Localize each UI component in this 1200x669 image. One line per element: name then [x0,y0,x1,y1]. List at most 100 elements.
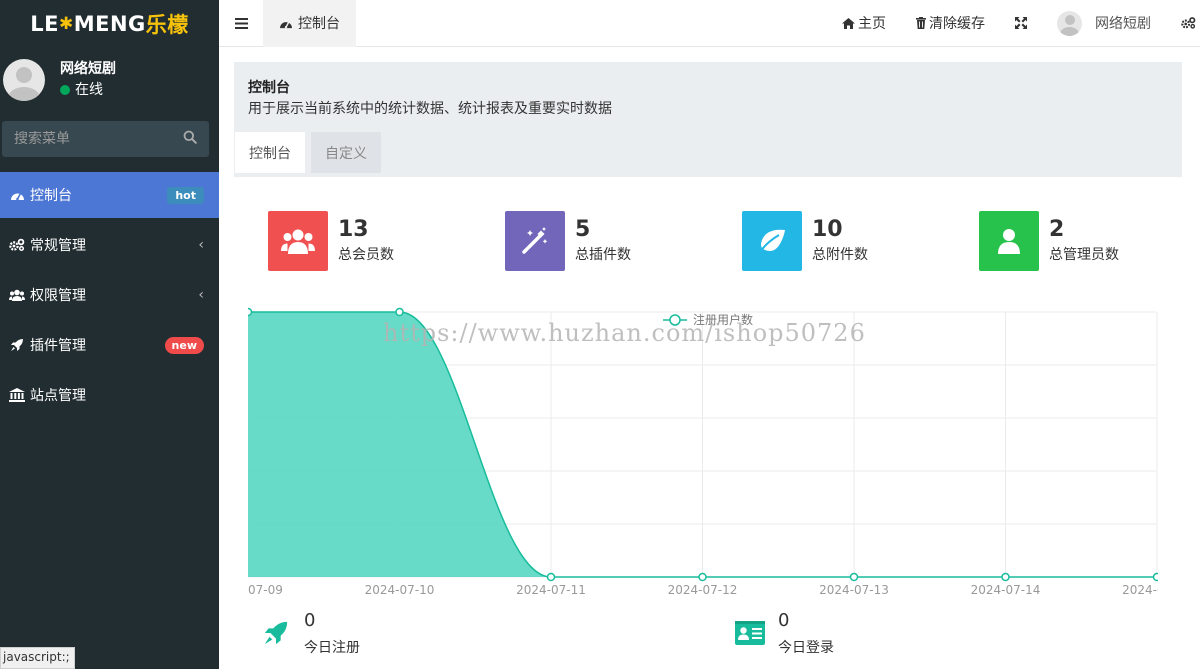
x-tick-label: 2024-07-15 [1122,583,1158,597]
stat-attachments: 10 总附件数 [742,211,868,271]
chevron-left-icon: ‹ [198,237,204,253]
avatar [3,58,45,101]
magic-wand-icon [505,211,565,271]
legend-marker [669,314,681,326]
user-status: 在线 [60,79,116,101]
hamburger-icon [234,17,248,29]
stat-label: 总会员数 [338,247,394,263]
chart-point [1001,572,1010,582]
cogs-icon [8,238,26,252]
hot-badge: hot [167,186,204,204]
header-user-name: 网络短剧 [1095,16,1151,32]
chevron-left-icon: ‹ [198,287,204,303]
rocket-icon [260,617,292,649]
top-header: 控制台 主页 清除缓存 网络短剧 [219,0,1200,47]
stat-admins: 2 总管理员数 [979,211,1119,271]
dashboard-panel: 控制台 用于展示当前系统中的统计数据、统计报表及重要实时数据 控制台 自定义 1… [213,62,1192,669]
menu-toggle-button[interactable] [219,0,263,47]
sidebar-item-label: 权限管理 [30,288,86,304]
x-tick-label: 2024-07-11 [516,583,586,597]
cogs-icon [1181,17,1196,29]
sidebar-item-permission[interactable]: 权限管理 ‹ [0,272,219,318]
dashboard-icon [280,21,292,28]
stat-value: 0 [304,610,316,631]
logo[interactable]: LE ✱ MENG 乐檬 [0,0,219,47]
stat-value: 13 [338,217,369,242]
stat-today-login: 0 今日登录 [734,607,834,661]
chart-point [546,572,556,582]
trash-icon [916,17,926,29]
sidebar-item-dashboard[interactable]: 控制台 hot [0,172,219,218]
logo-text-cn: 乐檬 [145,12,189,37]
sidebar-item-label: 控制台 [30,188,72,204]
sidebar-item-plugins[interactable]: 插件管理 new [0,322,219,368]
leaf-icon [742,211,802,271]
stat-label: 总插件数 [575,247,631,263]
chart-svg: 2024-07-09 2024-07-10 2024-07-11 2024-07-12… [213,307,1192,597]
tab-dashboard[interactable]: 控制台 [263,0,356,47]
clear-cache-label: 清除缓存 [929,16,985,32]
new-badge: new [164,336,204,354]
users-icon [8,289,26,302]
logo-text-right: MENG [73,11,146,36]
x-tick-label: 2024-07-10 [365,583,435,597]
avatar [1057,10,1082,36]
settings-button[interactable] [1166,0,1200,47]
stat-label: 总附件数 [812,247,868,263]
page-description: 用于展示当前系统中的统计数据、统计报表及重要实时数据 [248,101,612,117]
sidebar-item-site[interactable]: 站点管理 [0,372,219,418]
sidebar-item-label: 插件管理 [30,338,86,354]
status-bar: javascript:; [0,647,75,669]
user-menu[interactable]: 网络短剧 [1042,0,1166,47]
stat-today-register: 0 今日注册 [260,607,360,661]
stat-value: 5 [575,217,591,242]
sidebar-search [2,121,209,157]
panel-body: 13 总会员数 5 总插件数 10 总附件数 2 总管理员数 07-09 202… [213,177,1192,669]
bottom-stats-row: 0 今日注册 0 今日登录 [260,607,1160,667]
tab-custom[interactable]: 自定义 [311,132,381,173]
bank-icon [8,388,26,402]
chart-point [1152,572,1162,582]
stat-label: 今日注册 [304,640,360,656]
x-tick-label: 2024-07-09 [248,583,283,597]
chart-point [698,572,707,582]
sidebar-menu: 控制台 hot 常规管理 ‹ 权限管理 ‹ 插件管理 new 站点管理 [0,172,219,418]
stat-members: 13 总会员数 [268,211,394,271]
sidebar-item-general[interactable]: 常规管理 ‹ [0,222,219,268]
sidebar-item-label: 站点管理 [30,388,86,404]
stat-value: 0 [778,610,790,631]
user-icon [979,211,1039,271]
tab-dashboard-panel[interactable]: 控制台 [235,132,305,173]
user-name: 网络短剧 [60,60,116,77]
logo-flower-icon: ✱ [58,13,74,34]
stats-row: 13 总会员数 5 总插件数 10 总附件数 2 总管理员数 [268,211,1168,271]
users-icon [268,211,328,271]
fullscreen-button[interactable] [1000,0,1042,47]
chart-point [243,307,253,317]
stat-plugins: 5 总插件数 [505,211,631,271]
rocket-icon [8,338,26,352]
content-area: 控制台 用于展示当前系统中的统计数据、统计报表及重要实时数据 控制台 自定义 1… [213,48,1200,669]
fullscreen-icon [1015,17,1027,29]
dashboard-icon [8,189,26,201]
clear-cache-button[interactable]: 清除缓存 [901,0,1000,47]
home-button[interactable]: 主页 [827,0,901,47]
x-tick-label: 2024-07-14 [971,583,1041,597]
search-input[interactable] [14,131,164,147]
online-dot-icon [60,84,70,95]
scrollbar[interactable] [1196,60,1200,669]
stat-value: 10 [812,217,843,242]
panel-tabs: 控制台 自定义 [235,132,1182,173]
search-icon[interactable] [183,130,197,148]
home-label: 主页 [858,16,886,32]
user-status-label: 在线 [75,81,103,98]
home-icon [842,17,855,29]
register-chart: 2024-07-09 2024-07-10 2024-07-11 2024-07-12… [213,307,1192,602]
legend-label: 注册用户数 [693,312,753,327]
id-card-icon [734,617,766,649]
sidebar: LE✱MENG乐檬 网络短剧 在线 控制台 hot 常规管 [0,0,219,669]
stat-label: 总管理员数 [1049,247,1119,263]
tab-label: 控制台 [298,16,340,32]
stat-value: 2 [1049,217,1065,242]
chart-point [395,307,404,317]
